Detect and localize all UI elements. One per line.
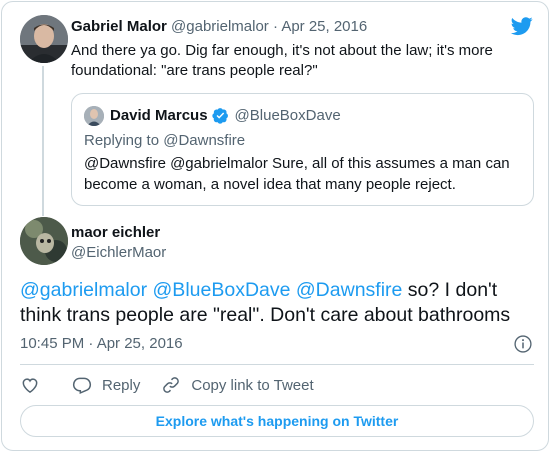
main-author-handle[interactable]: @EichlerMaor: [71, 244, 166, 261]
quoted-tweet-text: @Dawnsfire @gabrielmalor Sure, all of th…: [84, 155, 510, 193]
parent-tweet-header: Gabriel Malor @gabrielmalor · Apr 25, 20…: [71, 18, 367, 35]
main-author-name[interactable]: maor eichler: [71, 224, 160, 241]
main-tweet-text: @gabrielmalor @BlueBoxDave @Dawnsfire so…: [20, 278, 532, 328]
mention-link[interactable]: @gabrielmalor: [20, 279, 147, 301]
avatar-david-marcus: [84, 106, 104, 126]
author-handle[interactable]: @gabrielmalor: [171, 18, 269, 35]
like-button[interactable]: [20, 375, 40, 395]
avatar-gabriel-malor[interactable]: [20, 15, 68, 63]
twitter-bird-icon[interactable]: [510, 15, 534, 37]
copy-link-label: Copy link to Tweet: [191, 376, 314, 394]
parent-tweet-text: And there ya go. Dig far enough, it's no…: [71, 42, 493, 79]
separator-dot: ·: [272, 18, 278, 35]
reply-label: Reply: [102, 376, 141, 394]
link-icon: [163, 377, 180, 393]
tweet-timestamp[interactable]: 10:45 PM · Apr 25, 2016: [20, 335, 183, 352]
reply-icon: [72, 377, 92, 395]
divider: [20, 364, 534, 365]
reply-button[interactable]: Reply: [72, 375, 140, 395]
quoted-tweet-header: David Marcus @BlueBoxDave: [110, 107, 341, 124]
tweet-actions: Reply Copy link to Tweet: [20, 375, 314, 395]
quoted-author-handle: @BlueBoxDave: [234, 107, 341, 124]
quoted-replying-to: Replying to @Dawnsfire: [84, 132, 246, 149]
quoted-author-name: David Marcus: [110, 107, 208, 124]
verified-badge-icon: [211, 108, 228, 124]
mention-link[interactable]: @Dawnsfire: [296, 279, 403, 301]
thread-connector-line: [42, 66, 44, 216]
copy-link-button[interactable]: Copy link to Tweet: [161, 375, 314, 395]
avatar-maor-eichler[interactable]: [20, 217, 68, 265]
explore-twitter-button[interactable]: Explore what's happening on Twitter: [20, 405, 534, 437]
heart-icon: [22, 378, 38, 393]
author-name[interactable]: Gabriel Malor: [71, 18, 167, 35]
mention-link[interactable]: @BlueBoxDave: [153, 279, 291, 301]
embedded-tweet-card: Gabriel Malor @gabrielmalor · Apr 25, 20…: [1, 1, 549, 451]
tweet-date[interactable]: Apr 25, 2016: [281, 18, 367, 35]
info-icon[interactable]: [513, 334, 533, 354]
quoted-tweet[interactable]: David Marcus @BlueBoxDave Replying to @D…: [71, 93, 534, 206]
